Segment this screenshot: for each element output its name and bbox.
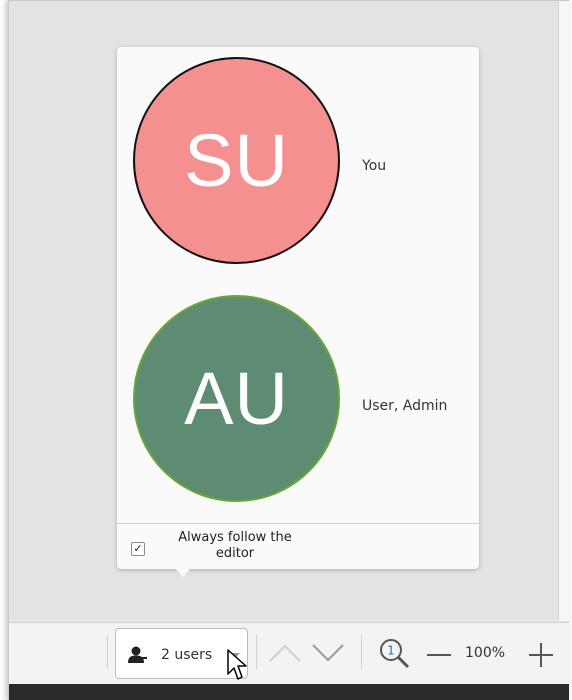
minus-icon[interactable] [427, 654, 451, 656]
chevron-up-icon[interactable] [268, 643, 302, 663]
editor-frame: SU You AU User, Admin ✓ Always follow th… [8, 0, 569, 700]
popup-arrow [175, 568, 191, 577]
separator [107, 635, 108, 669]
follow-editor-option[interactable]: ✓ Always follow the editor [117, 523, 479, 570]
users-popup: SU You AU User, Admin ✓ Always follow th… [117, 47, 479, 569]
chevron-down-icon[interactable] [311, 643, 345, 663]
separator [256, 635, 257, 669]
user-entry: SU You [117, 57, 479, 272]
user-icon [128, 646, 147, 663]
user-name: You [362, 158, 387, 174]
status-bar: 2 users 1 100% [9, 622, 569, 685]
separator [361, 635, 362, 669]
user-entry: AU User, Admin [117, 295, 479, 510]
follow-editor-checkbox[interactable]: ✓ [131, 542, 145, 556]
avatar: SU [133, 57, 340, 264]
user-name: User, Admin [362, 398, 448, 414]
avatar: AU [133, 295, 340, 502]
zoom-level: 100% [465, 645, 506, 661]
plus-icon[interactable] [527, 641, 555, 669]
cursor-icon [227, 649, 247, 680]
document-edge [558, 1, 569, 621]
torn-edge [9, 684, 569, 700]
zoom-icon[interactable]: 1 [378, 637, 412, 671]
users-count-label: 2 users [161, 647, 213, 663]
svg-text:1: 1 [387, 644, 395, 658]
follow-editor-label: Always follow the editor [178, 530, 292, 561]
